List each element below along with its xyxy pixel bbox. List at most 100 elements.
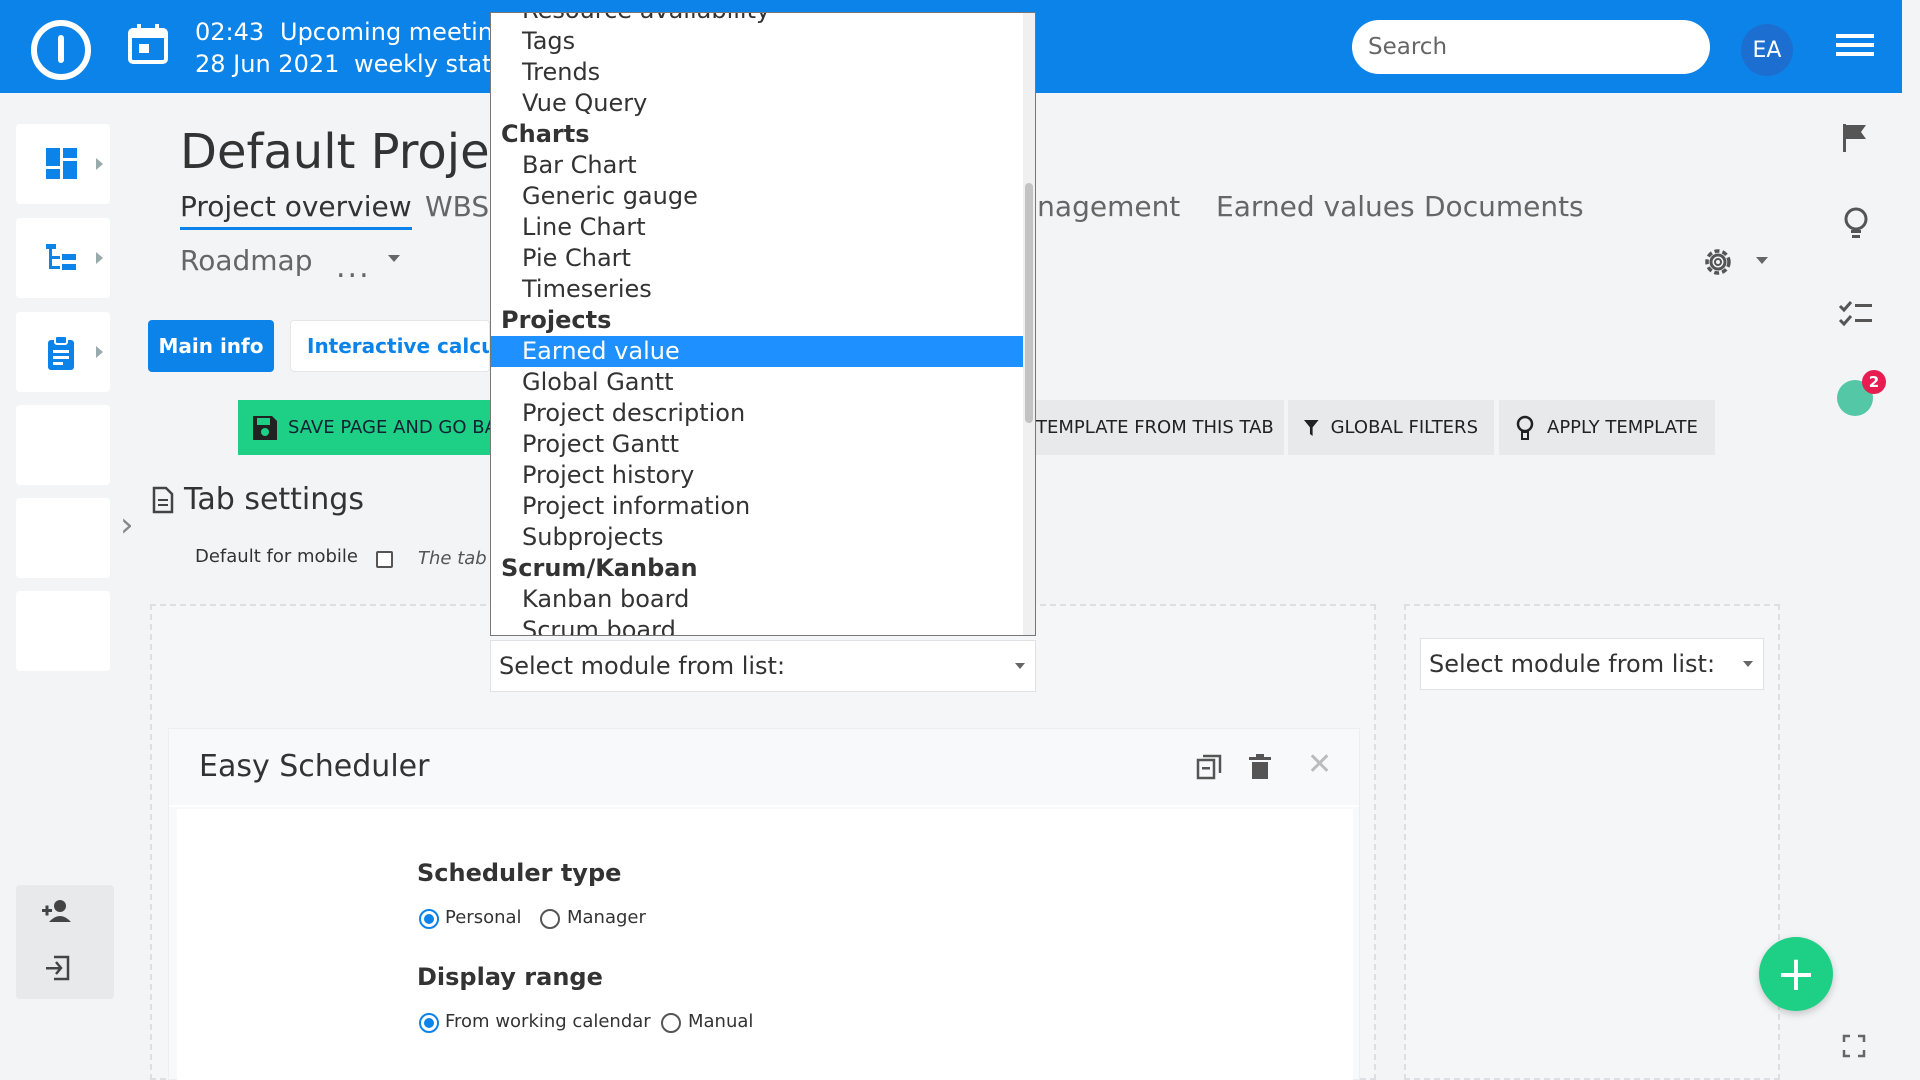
sidebar-toggle-icon[interactable]: › [120, 505, 134, 545]
tab-project-overview[interactable]: Project overview [180, 190, 412, 230]
dropdown-option[interactable]: Vue Query [491, 88, 1023, 119]
menu-icon[interactable] [1836, 34, 1874, 60]
add-user-icon[interactable] [42, 899, 74, 923]
more-tabs-button[interactable]: ... [336, 250, 371, 285]
dropdown-options: Resource availabilityTagsTrendsVue Query… [491, 13, 1023, 635]
flag-icon[interactable] [1840, 122, 1870, 154]
radio-personal[interactable] [419, 909, 439, 929]
dropdown-option[interactable]: Trends [491, 57, 1023, 88]
tab-earned-values[interactable]: Earned values [1216, 190, 1415, 223]
search-input[interactable] [1352, 20, 1710, 74]
save-page-button[interactable]: SAVE PAGE AND GO BAC [238, 400, 508, 455]
apply-template-button[interactable]: APPLY TEMPLATE [1499, 400, 1715, 455]
display-range-label: Display range [417, 963, 603, 991]
dropdown-option[interactable]: Scrum board [491, 615, 1023, 635]
dropdown-option[interactable]: Project information [491, 491, 1023, 522]
calendar-icon[interactable] [127, 24, 169, 64]
caret-down-icon [1743, 661, 1753, 667]
copy-icon[interactable] [1196, 754, 1222, 780]
caret-down-icon[interactable] [1756, 257, 1768, 264]
default-mobile-label: Default for mobile [195, 546, 359, 567]
caret-down-icon[interactable] [388, 255, 400, 262]
dropdown-option[interactable]: Subprojects [491, 522, 1023, 553]
page-title: Default Projec [180, 124, 517, 180]
avatar[interactable]: EA [1741, 24, 1793, 76]
tab-wbs[interactable]: WBS [425, 190, 489, 223]
dropdown-option[interactable]: Tags [491, 26, 1023, 57]
chevron-right-icon [96, 346, 103, 358]
main-info-button[interactable]: Main info [148, 320, 274, 372]
sidebar-item-empty-3[interactable] [16, 591, 110, 671]
timer-badge: 2 [1862, 370, 1886, 394]
easy-scheduler-module: Easy Scheduler ✕ Scheduler type Personal… [168, 728, 1360, 1080]
lightbulb-icon [1516, 415, 1534, 440]
close-icon[interactable]: ✕ [1307, 747, 1332, 782]
dropdown-option[interactable]: Project Gantt [491, 429, 1023, 460]
trash-icon[interactable] [1249, 754, 1271, 780]
sidebar-item-empty-1[interactable] [16, 405, 110, 485]
checklist-icon[interactable] [1838, 300, 1874, 328]
save-template-button[interactable]: TEMPLATE FROM THIS TAB [1020, 400, 1284, 455]
module-select-right[interactable]: Select module from list: [1420, 638, 1764, 690]
logout-icon[interactable] [44, 955, 72, 981]
dropdown-option[interactable]: Project history [491, 460, 1023, 491]
dashboard-icon [46, 148, 77, 179]
dropdown-option[interactable]: Bar Chart [491, 150, 1023, 181]
document-icon [152, 486, 174, 513]
caret-down-icon [1015, 663, 1025, 669]
global-filters-label: GLOBAL FILTERS [1330, 417, 1478, 438]
radio-working-calendar[interactable] [419, 1013, 439, 1033]
fullscreen-icon[interactable] [1842, 1034, 1866, 1058]
dropdown-option[interactable]: Timeseries [491, 274, 1023, 305]
clipboard-icon [48, 336, 74, 370]
meeting-date: 28 Jun 2021 [195, 50, 340, 78]
gear-icon[interactable] [1700, 244, 1736, 280]
tab-roadmap[interactable]: Roadmap [180, 244, 312, 277]
radio-manager-label[interactable]: Manager [567, 907, 646, 928]
meeting-subtitle[interactable]: weekly statu [354, 50, 507, 78]
dropdown-group-label: Projects [501, 306, 612, 334]
dropdown-option[interactable]: Earned value [491, 336, 1023, 367]
chevron-right-icon [96, 158, 103, 170]
radio-manual-label[interactable]: Manual [688, 1011, 753, 1032]
module-select-left[interactable]: Select module from list: [490, 640, 1036, 692]
tab-settings-label: Tab settings [184, 482, 364, 517]
save-page-label: SAVE PAGE AND GO BAC [288, 417, 508, 438]
radio-personal-label[interactable]: Personal [445, 907, 522, 928]
user-panel [16, 885, 114, 999]
page-scrollbar[interactable] [1902, 0, 1920, 1080]
floppy-icon [253, 415, 277, 440]
sidebar-item-empty-2[interactable] [16, 498, 110, 578]
lightbulb-icon[interactable] [1842, 206, 1870, 242]
sidebar-item-dashboard[interactable] [16, 124, 110, 204]
radio-manager[interactable] [540, 909, 560, 929]
dropdown-group-label: Charts [501, 120, 590, 148]
interactive-calculation-button[interactable]: Interactive calculat [290, 320, 490, 372]
sidebar-item-hierarchy[interactable] [16, 218, 110, 298]
dropdown-option[interactable]: Resource availability [491, 13, 1023, 26]
module-dropdown-list[interactable]: Resource availabilityTagsTrendsVue Query… [490, 12, 1036, 636]
filter-icon [1304, 419, 1319, 436]
add-button[interactable]: + [1759, 937, 1833, 1011]
hierarchy-icon [46, 244, 76, 270]
dropdown-option[interactable]: Global Gantt [491, 367, 1023, 398]
dropdown-option[interactable]: Line Chart [491, 212, 1023, 243]
tab-settings-heading: Tab settings [152, 482, 364, 517]
dropdown-option[interactable]: Generic gauge [491, 181, 1023, 212]
app-logo[interactable] [31, 20, 91, 80]
default-mobile-checkbox[interactable] [376, 551, 393, 568]
dropdown-option[interactable]: Project description [491, 398, 1023, 429]
tab-documents[interactable]: Documents [1424, 190, 1584, 223]
dropdown-option[interactable]: Pie Chart [491, 243, 1023, 274]
dropdown-scroll-thumb[interactable] [1025, 183, 1033, 423]
meeting-title[interactable]: Upcoming meeting [280, 18, 508, 46]
scheduler-type-label: Scheduler type [417, 859, 622, 887]
radio-working-calendar-label[interactable]: From working calendar [445, 1011, 651, 1032]
radio-manual[interactable] [661, 1013, 681, 1033]
module-header: Easy Scheduler ✕ [169, 729, 1359, 807]
tab-management[interactable]: anagement [1020, 190, 1180, 223]
module-title: Easy Scheduler [199, 749, 430, 784]
sidebar-item-tasks[interactable] [16, 312, 110, 392]
global-filters-button[interactable]: GLOBAL FILTERS [1288, 400, 1494, 455]
dropdown-option[interactable]: Kanban board [491, 584, 1023, 615]
